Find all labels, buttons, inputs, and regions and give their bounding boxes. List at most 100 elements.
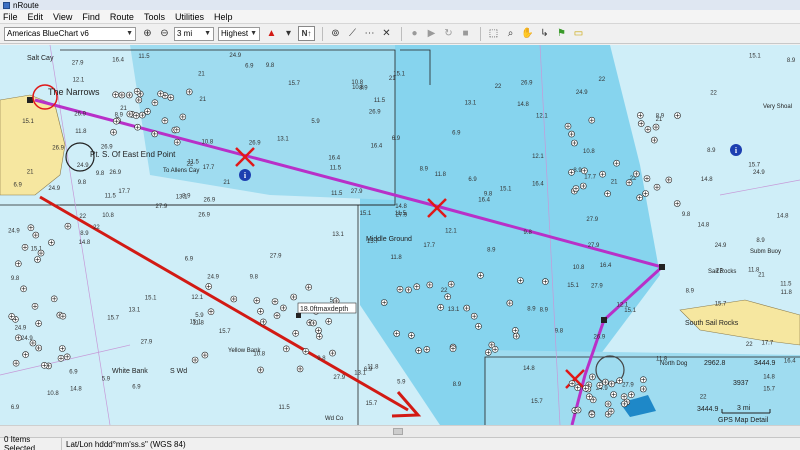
menu-route[interactable]: Route — [110, 12, 134, 22]
zoom-tool-icon[interactable]: ⌕ — [503, 26, 518, 41]
rock-icon — [491, 345, 499, 353]
rock-icon — [447, 280, 455, 288]
depth-sounding: 27.9 — [622, 382, 634, 388]
rock-icon — [463, 304, 471, 312]
flag-square-icon[interactable]: ■ — [458, 26, 473, 41]
rock-icon — [413, 283, 421, 290]
binoculars-icon[interactable]: ⊚ — [328, 26, 343, 41]
route-waypoint[interactable] — [27, 97, 33, 103]
rock-icon — [37, 249, 45, 257]
depth-sounding: 10.8 — [47, 391, 59, 397]
loop-icon[interactable]: ↻ — [441, 26, 456, 41]
depth-sounding: 6.9 — [69, 369, 78, 375]
rock-icon — [144, 108, 151, 115]
depth-sounding: 9.8 — [524, 230, 533, 236]
depth-sounding: 22 — [187, 162, 194, 168]
menu-edit[interactable]: Edit — [28, 12, 44, 22]
rock-icon — [639, 376, 647, 384]
flag-icon[interactable]: ⚑ — [554, 26, 569, 41]
scrollbar-thumb[interactable] — [393, 428, 403, 435]
depth-sounding: 15.1 — [749, 54, 761, 60]
rock-icon — [259, 318, 267, 326]
menu-utilities[interactable]: Utilities — [175, 12, 204, 22]
rock-icon — [173, 138, 181, 146]
rock-icon — [588, 116, 596, 124]
rock-icon — [564, 122, 572, 130]
depth-sounding: 9.8 — [555, 329, 564, 335]
depth-sounding: 26.9 — [594, 335, 606, 341]
ruler-icon[interactable]: ▭ — [571, 26, 586, 41]
pan-hand-icon[interactable]: ✋ — [520, 26, 535, 41]
depth-sounding: 8.9 — [182, 193, 191, 199]
depth-sounding: 8.9 — [487, 248, 496, 254]
info-icon[interactable]: i — [730, 144, 742, 156]
depth-sounding: 9.8 — [266, 63, 275, 69]
depth-sounding: 21 — [199, 97, 206, 103]
depth-sounding: 21 — [656, 117, 663, 123]
menu-view[interactable]: View — [53, 12, 72, 22]
info-icon[interactable]: i — [239, 169, 251, 181]
route-waypoint[interactable] — [659, 264, 665, 270]
nautical-chart[interactable]: i i 11.8 26.9 6.9 16.4 26.9 12.1 12.1 10.8 10.8 2… — [0, 45, 800, 425]
range-select[interactable]: 3 mi ▼ — [174, 26, 214, 41]
rock-icon — [621, 400, 628, 408]
rock-icon — [607, 407, 615, 415]
rock-icon — [64, 222, 72, 230]
rock-icon — [253, 297, 261, 304]
depth-sounding: 13.1 — [129, 308, 141, 314]
record-icon[interactable]: ● — [407, 26, 422, 41]
waypoint-up-icon[interactable]: ▲ — [264, 26, 279, 41]
waypoint-down-icon[interactable]: ▾ — [281, 26, 296, 41]
menu-find[interactable]: Find — [82, 12, 100, 22]
label-middle-ground: Middle Ground — [366, 236, 412, 243]
depth-sounding: 27.9 — [591, 284, 603, 290]
horizontal-scrollbar[interactable] — [0, 425, 800, 437]
rock-icon — [423, 346, 431, 353]
chart-canvas[interactable]: i i 11.826.96.916.426.912.112.110.810.82… — [0, 45, 800, 425]
depth-sounding: 24.9 — [715, 243, 727, 249]
play-icon[interactable]: ▶ — [424, 26, 439, 41]
depth-sounding: 17.7 — [118, 189, 130, 195]
depth-sounding: 27.9 — [141, 340, 153, 346]
window-title: nRoute — [13, 0, 39, 10]
zoom-out-icon[interactable]: ⊖ — [157, 26, 172, 41]
select-arrow-icon[interactable]: ⬚ — [486, 26, 501, 41]
depth-sounding: 22 — [746, 342, 753, 348]
route-icon[interactable]: ⟋ — [345, 26, 360, 41]
route-waypoint[interactable] — [601, 317, 607, 323]
rock-icon — [186, 88, 193, 96]
rock-icon — [477, 272, 484, 279]
route-tool-icon[interactable]: ↳ — [537, 26, 552, 41]
depth-sounding: 8.9 — [540, 308, 549, 314]
rock-icon — [470, 312, 478, 320]
menu-tools[interactable]: Tools — [144, 12, 165, 22]
menu-file[interactable]: File — [3, 12, 18, 22]
depth-label: 3937 — [733, 380, 749, 387]
status-items-selected: 0 Items Selected — [0, 435, 62, 450]
erase-icon[interactable]: ✕ — [379, 26, 394, 41]
detail-select[interactable]: Highest ▼ — [218, 26, 260, 41]
depth-label: 3444.9 — [697, 406, 719, 413]
label-to-allens-cay: To Allens Cay — [163, 168, 199, 174]
rock-icon — [58, 345, 66, 352]
north-up-button[interactable]: N↑ — [298, 26, 315, 41]
depth-sounding: 26.9 — [521, 81, 533, 87]
depth-sounding: 24.9 — [77, 163, 89, 169]
rock-icon — [201, 351, 209, 359]
detail-select-value: Highest — [221, 29, 249, 38]
zoom-in-icon[interactable]: ⊕ — [140, 26, 155, 41]
rock-icon — [257, 307, 264, 315]
depth-sounding: 16.4 — [371, 144, 383, 150]
depth-sounding: 22 — [93, 225, 100, 231]
depth-sounding: 6.9 — [185, 257, 194, 263]
rock-icon — [437, 303, 444, 311]
depth-sounding: 27.9 — [72, 61, 84, 67]
depth-sounding: 6.9 — [468, 177, 477, 183]
chart-select[interactable]: Americas BlueChart v6 ▼ — [4, 26, 136, 41]
menu-help[interactable]: Help — [214, 12, 233, 22]
depth-sounding: 5.9 — [102, 377, 111, 383]
depth-sounding: 14.8 — [395, 204, 407, 210]
rock-icon — [582, 384, 590, 392]
label-wd-co: Wd Co — [325, 416, 344, 422]
track-icon[interactable]: ⋯ — [362, 26, 377, 41]
